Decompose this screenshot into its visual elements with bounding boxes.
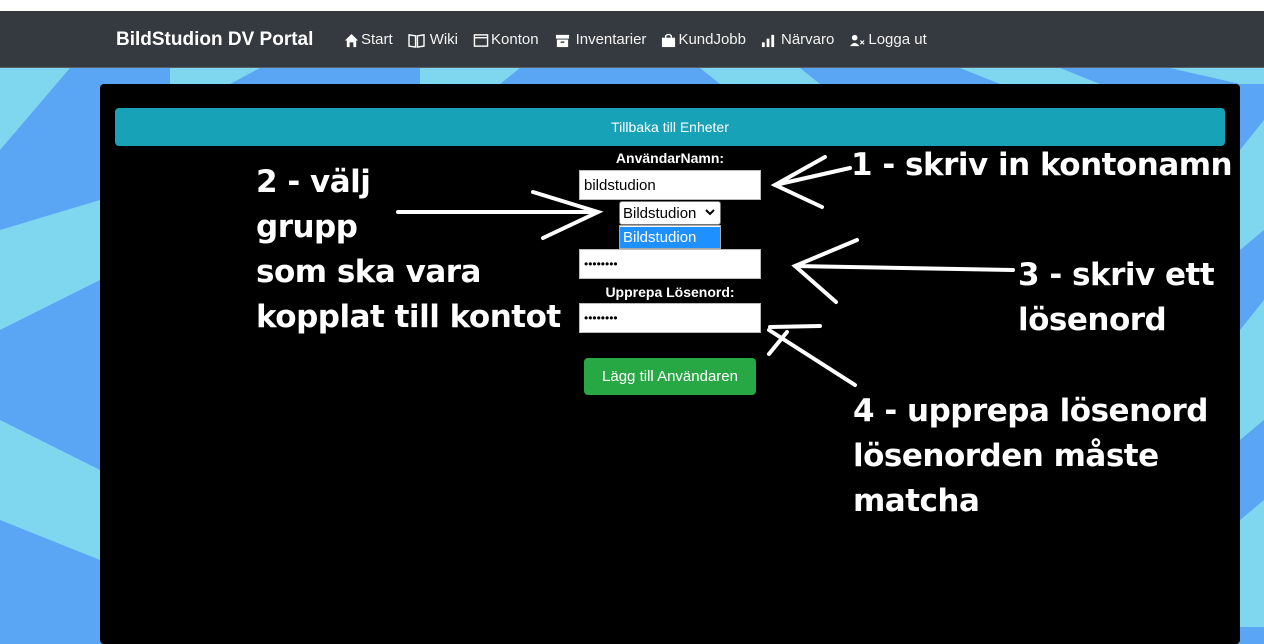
annotation-step3-line: lösenord <box>1018 302 1167 338</box>
window-icon <box>473 33 489 47</box>
nav-wiki[interactable]: Wiki <box>407 30 459 50</box>
annotation-step1: 1 - skriv in kontonamn <box>851 147 1233 183</box>
nav-start[interactable]: Start <box>344 30 393 50</box>
group-select[interactable]: Bildstudion <box>619 201 721 225</box>
group-select-value: Bildstudion <box>623 204 697 222</box>
nav-konton[interactable]: Konton <box>473 30 539 50</box>
annotation-step4-line: matcha <box>853 483 980 519</box>
annotation-step3-line: 3 - skriv ett <box>1018 257 1215 293</box>
home-icon <box>344 33 359 47</box>
navbar: BildStudion DV Portal Start Wiki Konton … <box>0 11 1264 68</box>
username-input[interactable]: bildstudion <box>579 170 761 200</box>
nav-inventarier[interactable]: Inventarier <box>554 30 647 50</box>
user-x-icon <box>850 34 865 46</box>
nav-logout[interactable]: Logga ut <box>849 30 927 50</box>
repeat-password-input[interactable]: •••••••• <box>579 303 761 333</box>
archive-icon <box>555 34 569 47</box>
password-input[interactable]: •••••••• <box>579 249 761 279</box>
nav-wiki-label: Wiki <box>429 31 459 48</box>
annotation-step3: 3 - skriv ett lösenord <box>1018 253 1215 343</box>
annotation-step2-line: som ska vara <box>256 254 481 290</box>
back-to-devices-button[interactable]: Tillbaka till Enheter <box>115 108 1225 146</box>
nav-start-label: Start <box>361 31 393 48</box>
window-top-strip <box>0 0 1264 11</box>
nav-kundjobb-label: KundJobb <box>678 31 746 48</box>
add-user-button[interactable]: Lägg till Användaren <box>584 358 756 395</box>
book-icon <box>407 33 425 48</box>
nav-links: Start Wiki Konton Inventarier KundJobb N… <box>344 30 942 50</box>
nav-inventarier-label: Inventarier <box>575 31 647 48</box>
nav-narvaro[interactable]: Närvaro <box>761 30 834 50</box>
username-label: AnvändarNamn: <box>615 150 725 166</box>
bag-icon <box>662 33 676 47</box>
annotation-step4-line: 4 - upprepa lösenord <box>853 393 1208 429</box>
annotation-step4: 4 - upprepa lösenord lösenorden måste ma… <box>853 389 1208 524</box>
annotation-step2-line: grupp <box>256 209 358 245</box>
brand-link[interactable]: BildStudion DV Portal <box>116 29 313 51</box>
annotation-step2-line: 2 - välj <box>256 164 371 200</box>
nav-konton-label: Konton <box>491 31 539 48</box>
nav-logout-label: Logga ut <box>868 31 927 48</box>
annotation-step2-line: kopplat till kontot <box>256 299 561 335</box>
annotation-step4-line: lösenorden måste <box>853 438 1159 474</box>
nav-narvaro-label: Närvaro <box>781 31 835 48</box>
bar-chart-icon <box>761 34 775 47</box>
repeat-password-label: Upprepa Lösenord: <box>605 284 735 300</box>
group-option[interactable]: Bildstudion <box>620 227 720 248</box>
nav-kundjobb[interactable]: KundJobb <box>661 30 746 50</box>
annotation-step2: 2 - välj grupp som ska vara kopplat till… <box>256 160 561 340</box>
group-dropdown-list: Bildstudion <box>619 225 721 249</box>
chevron-down-icon <box>705 209 715 216</box>
